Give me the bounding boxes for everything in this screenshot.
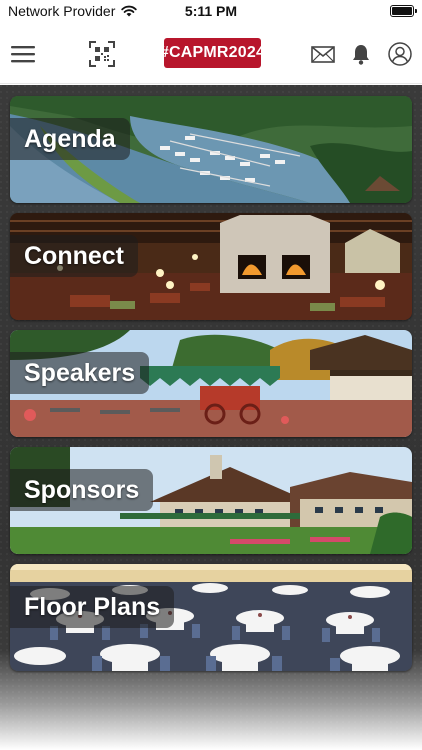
status-time: 5:11 PM — [184, 3, 238, 19]
envelope-icon — [311, 45, 335, 63]
qr-scan-icon — [89, 41, 115, 67]
user-profile-icon — [388, 42, 412, 66]
tile-sponsors-label-box: Sponsors — [10, 469, 154, 511]
profile-button[interactable] — [387, 24, 413, 84]
event-hashtag: #CAPMR2024 — [159, 44, 266, 61]
event-hashtag-badge[interactable]: #CAPMR2024 — [160, 38, 265, 68]
tile-speakers[interactable]: Speakers — [10, 330, 412, 437]
tile-agenda-label: Agenda — [24, 124, 116, 153]
home-tiles: Agenda Connect Speakers Sponsors Floor P… — [0, 85, 422, 750]
messages-button[interactable] — [310, 24, 336, 84]
tile-speakers-label: Speakers — [24, 358, 136, 387]
notifications-button[interactable] — [350, 24, 372, 84]
tile-floor-plans-label: Floor Plans — [24, 592, 161, 621]
tile-connect-label-box: Connect — [10, 235, 138, 277]
battery-level — [392, 7, 412, 15]
tile-sponsors-label: Sponsors — [24, 475, 140, 504]
app-header: #CAPMR2024 — [0, 24, 422, 84]
tile-connect-label: Connect — [24, 241, 124, 270]
tile-connect[interactable]: Connect — [10, 213, 412, 320]
status-bar: Network Provider 5:11 PM — [0, 0, 422, 24]
tile-speakers-label-box: Speakers — [10, 352, 150, 394]
tile-agenda-label-box: Agenda — [10, 118, 130, 160]
tile-agenda[interactable]: Agenda — [10, 96, 412, 203]
battery-icon — [390, 5, 417, 17]
tile-floor-plans-label-box: Floor Plans — [10, 586, 175, 628]
tile-sponsors[interactable]: Sponsors — [10, 447, 412, 554]
bell-icon — [353, 44, 369, 65]
hamburger-menu-icon — [11, 46, 35, 63]
tile-floor-plans[interactable]: Floor Plans — [10, 564, 412, 671]
menu-button[interactable] — [6, 24, 40, 84]
scan-badge-button[interactable] — [88, 24, 116, 84]
